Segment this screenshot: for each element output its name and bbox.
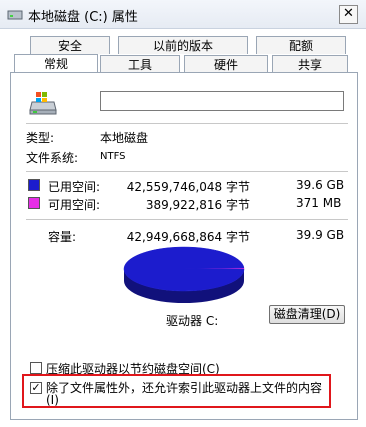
close-button[interactable]: ✕ [339,5,358,24]
title-bar: 本地磁盘 (C:) 属性 ✕ [0,0,366,29]
tab-previous-versions[interactable]: 以前的版本 [118,36,248,54]
capacity-label: 容量: [48,230,77,244]
tab-security[interactable]: 安全 [30,36,110,54]
type-value: 本地磁盘 [100,131,149,145]
free-space-label: 可用空间: [48,198,101,212]
disk-cleanup-button[interactable]: 磁盘清理(D) [269,305,345,324]
type-label: 类型: [26,131,55,145]
free-space-swatch [28,197,40,209]
drive-icon [7,10,23,20]
tab-sharing[interactable]: 共享 [272,55,348,73]
local-disk-icon [29,92,57,115]
tab-quota[interactable]: 配额 [256,36,346,54]
disk-usage-pie [123,246,245,303]
capacity-size: 39.9 GB [296,228,345,242]
window-title: 本地磁盘 (C:) 属性 [28,10,138,25]
tab-hardware[interactable]: 硬件 [184,55,268,73]
tab-tools[interactable]: 工具 [100,55,180,73]
tab-general[interactable]: 常规 [14,54,98,73]
used-space-size: 39.6 GB [296,178,345,192]
drive-letter-label: 驱动器 C: [166,314,219,328]
compress-drive-checkbox[interactable] [30,362,42,374]
used-space-bytes: 42,559,746,048 字节 [126,180,250,194]
free-space-size: 371 MB [296,196,342,210]
filesystem-value: NTFS [100,151,126,162]
separator [26,171,348,172]
pie-slice-used [123,246,245,292]
filesystem-label: 文件系统: [26,151,79,165]
free-space-bytes: 389,922,816 字节 [145,198,250,212]
red-highlight-box [22,374,331,408]
separator [26,219,348,220]
separator [26,123,348,124]
used-space-label: 已用空间: [48,180,101,194]
volume-name-input[interactable] [100,91,344,111]
used-space-swatch [28,179,40,191]
